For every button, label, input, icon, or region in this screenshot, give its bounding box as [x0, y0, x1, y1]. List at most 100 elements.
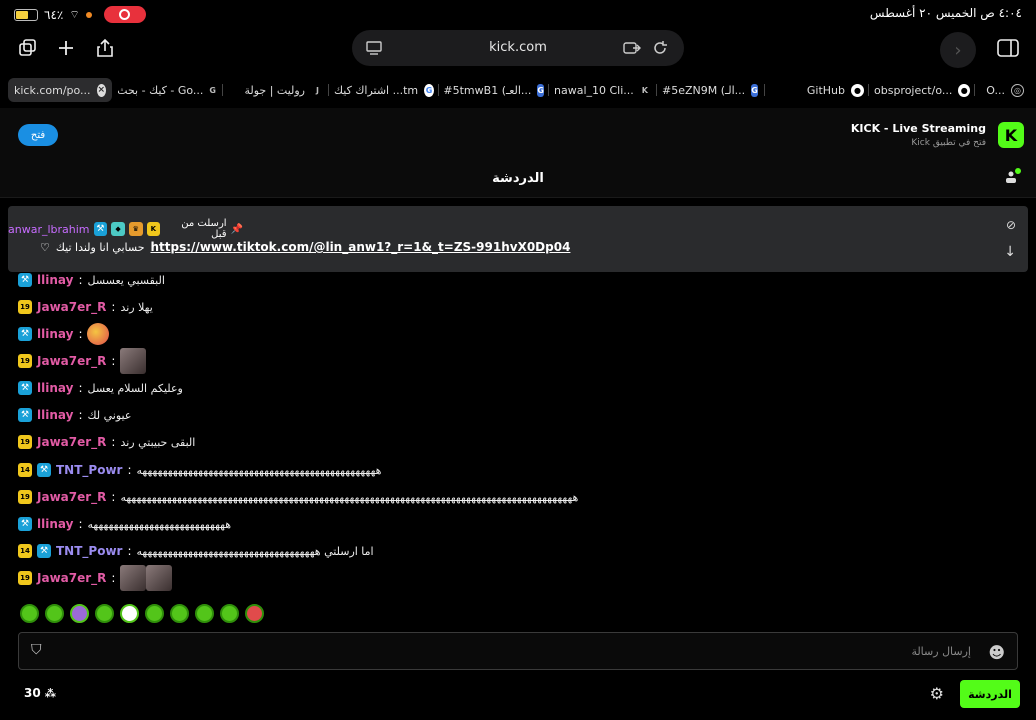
kick-emote-icon[interactable] [145, 604, 164, 623]
gift-badge: ♛ [128, 222, 143, 236]
subscriber-badge: K [146, 222, 161, 236]
status-bar: ٦٤٪ ⌔ ٤:٠٤ ص الخميس ٢٠ أغسطس [0, 0, 1036, 28]
kick-emote-icon[interactable] [95, 604, 114, 623]
vip-badge: ◆ [111, 222, 125, 236]
tab-o[interactable]: O... ◎ [978, 78, 1024, 102]
subscriber-badge: 19 [18, 490, 32, 504]
tab-label: obsproject/o... [874, 83, 953, 97]
chat-input[interactable]: ⛉ إرسال رسالة ☻ [18, 632, 1018, 670]
tab-google-search[interactable]: كيك - بحث - Go... G [118, 78, 216, 102]
chat-message: 14 ⚒ TNT_Powr: ههههههههههههههههههههههههه… [18, 459, 381, 481]
message-text: اما ارسلتي ههههههههههههههههههههههههههههه… [136, 544, 374, 558]
pinned-username[interactable]: anwar_lbrahim [8, 223, 90, 236]
pinned-link[interactable]: https://www.tiktok.com/@lin_anw1?_r=1&_t… [151, 240, 571, 254]
message-text: عيوني لك [87, 408, 132, 422]
subscriber-badge: 19 [18, 354, 32, 368]
tab-kick[interactable]: kick.com/po... × [8, 78, 112, 102]
github-icon: ● [958, 83, 970, 97]
record-icon [119, 9, 131, 20]
subscriber-badge: 19 [18, 300, 32, 314]
kick-emote-icon[interactable] [245, 604, 264, 623]
message-username[interactable]: Jawa7er_R [37, 490, 106, 504]
tab-github[interactable]: GitHub ● [798, 78, 864, 102]
chat-title: الدردشة [492, 171, 544, 186]
viewer-count[interactable]: 30 ⁂ [24, 686, 56, 700]
sidebar-icon[interactable] [994, 34, 1022, 62]
message-text: البقى حبيبتي رند [120, 435, 196, 449]
message-username[interactable]: TNT_Powr [56, 463, 122, 477]
tab-5tmwb1[interactable]: #5tmwB1 (العـ... G [444, 78, 544, 102]
kick-emote-icon[interactable] [20, 604, 39, 623]
message-username[interactable]: Jawa7er_R [37, 300, 106, 314]
emoji-icon[interactable]: ☻ [988, 643, 1005, 662]
kick-logo-icon: K [998, 122, 1024, 148]
kick-emote-icon[interactable] [195, 604, 214, 623]
message-username[interactable]: Jawa7er_R [37, 354, 106, 368]
points-icon: ⁂ [44, 686, 56, 700]
pin-icon: 📌 [230, 223, 243, 235]
forward-button[interactable]: › [940, 32, 976, 68]
message-username[interactable]: Jawa7er_R [37, 435, 106, 449]
close-icon[interactable]: × [96, 83, 106, 97]
obs-icon: ◎ [1011, 83, 1024, 97]
chat-message: 19 Jawa7er_R: [18, 348, 147, 374]
subscriber-badge: 19 [18, 571, 32, 585]
hide-pin-icon[interactable]: ⊘ [1006, 218, 1016, 232]
kick-emote-icon[interactable] [220, 604, 239, 623]
image-emote [120, 565, 147, 591]
message-username[interactable]: Jawa7er_R [37, 571, 106, 585]
message-username[interactable]: TNT_Powr [56, 544, 122, 558]
kick-emote-icon[interactable] [170, 604, 189, 623]
open-in-app-button[interactable]: فتح [18, 124, 58, 146]
message-username[interactable]: llinay [37, 273, 73, 287]
online-dot [1015, 168, 1021, 174]
shield-icon[interactable]: ⛉ [31, 642, 42, 658]
message-username[interactable]: llinay [37, 408, 73, 422]
tab-roulette[interactable]: روليت | جولة J [228, 78, 324, 102]
moderator-badge: ⚒ [37, 463, 51, 477]
moderator-badge: ⚒ [93, 222, 108, 236]
pinned-body: ♡ حسابي انا ولندا تيك https://www.tiktok… [40, 240, 570, 254]
chat-messages: ⚒ llinay: البقسبي يعسسل 19 Jawa7er_R: يه… [0, 272, 1036, 600]
kick-emote-icon[interactable] [120, 604, 139, 623]
chat-message: ⚒ llinay: [18, 323, 110, 345]
j-site-icon: J [316, 85, 319, 95]
moderator-badge: ⚒ [18, 327, 32, 341]
viewer-count-value: 30 [24, 686, 41, 700]
message-username[interactable]: llinay [37, 381, 73, 395]
tab-kick-subscription[interactable]: اشتراك كيك ...tm G [334, 78, 434, 102]
message-text: هههههههههههههههههههههههههههههههههههههههه… [120, 490, 579, 504]
tab-bar: kick.com/po... × كيك - بحث - Go... G رول… [0, 76, 1036, 104]
new-tab-icon[interactable] [52, 34, 80, 62]
tab-action-icon[interactable] [622, 38, 642, 58]
tab-label: kick.com/po... [14, 83, 91, 97]
tab-nawal-clips[interactable]: nawal_10 Cli... K [554, 78, 650, 102]
message-text: هههههههههههههههههههههههههههههههههههههههه… [136, 463, 382, 477]
chat-message: ⚒ llinay: البقسبي يعسسل [18, 269, 165, 291]
tab-label: nawal_10 Cli... [554, 83, 634, 97]
share-icon[interactable] [91, 34, 119, 62]
tab-obsproject[interactable]: obsproject/o... ● [874, 78, 970, 102]
recording-indicator[interactable] [103, 6, 146, 23]
address-bar[interactable]: kick.com [352, 30, 684, 66]
expand-arrow-icon[interactable]: ↓ [1004, 244, 1016, 260]
moderator-badge: ⚒ [18, 273, 32, 287]
message-text: يهلا رند [120, 300, 153, 314]
tabs-overview-icon[interactable] [14, 34, 42, 62]
reload-icon[interactable] [650, 38, 670, 58]
tab-5ezn9m[interactable]: #5eZN9M (الـ... G [662, 78, 758, 102]
chat-message: 14 ⚒ TNT_Powr: اما ارسلتي هههههههههههههه… [18, 540, 374, 562]
tab-label: كيك - بحث - Go... [118, 83, 204, 97]
image-emote [146, 565, 173, 591]
send-chat-button[interactable]: الدردشة [960, 680, 1020, 708]
kick-emote-icon[interactable] [70, 604, 89, 623]
message-text: البقسبي يعسسل [87, 273, 165, 287]
kick-emote-icon[interactable] [45, 604, 64, 623]
gear-icon[interactable]: ⚙ [930, 684, 944, 703]
message-username[interactable]: llinay [37, 517, 73, 531]
tab-label: #5eZN9M (الـ... [662, 83, 746, 97]
message-username[interactable]: llinay [37, 327, 73, 341]
heart-icon: ♡ [40, 240, 50, 254]
pinned-message: 📌 ارسلت من قبل K ♛ ◆ ⚒ anwar_lbrahim ♡ ح… [8, 206, 1028, 272]
chat-message: ⚒ llinay: عيوني لك [18, 404, 131, 426]
